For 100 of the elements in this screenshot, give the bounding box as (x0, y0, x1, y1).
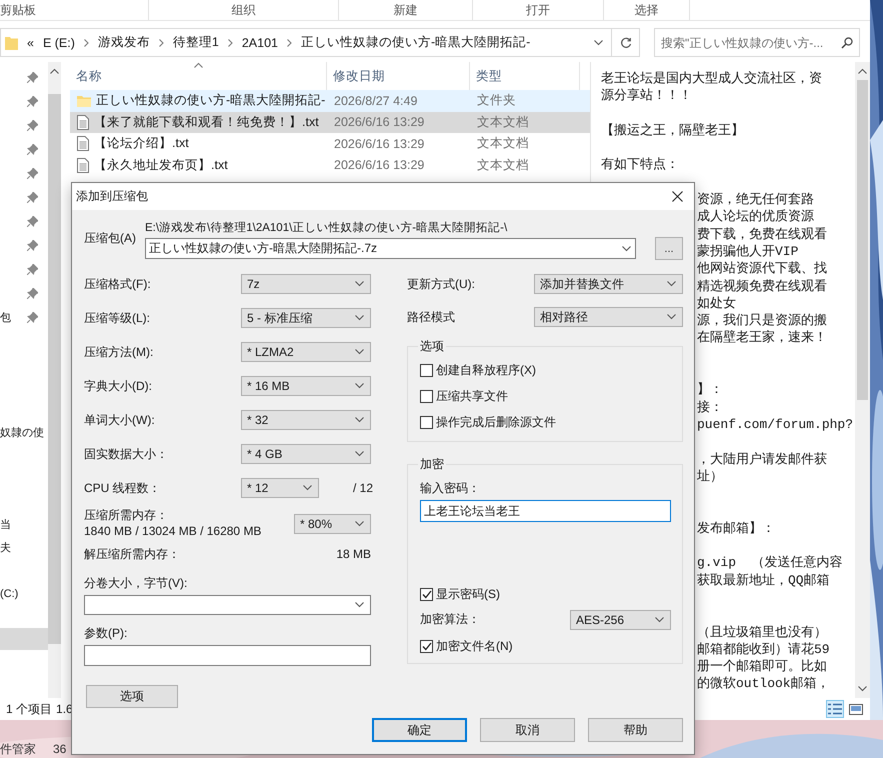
chevron-right-icon (84, 38, 89, 46)
nav-item[interactable]: (C:) (0, 588, 18, 600)
scrollbar[interactable] (855, 62, 870, 698)
pin-icon (27, 216, 38, 226)
pin-icon (27, 120, 38, 130)
file-type: 文本文档 (476, 135, 530, 152)
nav-item[interactable]: 当 (0, 517, 11, 532)
preview-text-line: 费下载，免费在线观看 (697, 226, 827, 242)
ribbon-group-label: 打开 (526, 2, 550, 18)
breadcrumb[interactable]: 待整理1 (172, 34, 219, 51)
chevron-down-icon (355, 520, 364, 526)
dialog-button[interactable]: 取消 (480, 718, 575, 742)
details-view-button[interactable] (826, 700, 844, 718)
field-label: 压缩包(A) (84, 230, 137, 247)
browse-button[interactable]: ... (655, 237, 683, 260)
field-label: 参数(P): (84, 625, 128, 641)
nav-item[interactable]: 夫 (0, 540, 11, 555)
file-name: 【来了就能下载和观看！纯免费！】.txt (94, 114, 319, 131)
dropdown[interactable]: * 16 MB (241, 376, 371, 396)
breadcrumb[interactable]: 游戏发布 (98, 34, 150, 51)
checkbox[interactable] (420, 640, 433, 652)
breadcrumb[interactable]: E (E:) (42, 36, 75, 50)
breadcrumb[interactable]: 正しい性奴隷の使い方-暗黒大陸開拓記- (301, 34, 530, 51)
dialog-button[interactable]: 帮助 (588, 718, 683, 742)
preview-text-line: 获取最新地址，QQ邮箱 (697, 572, 830, 588)
dropdown[interactable]: * 32 (241, 410, 371, 430)
file-type: 文本文档 (476, 114, 530, 131)
dropdown[interactable]: * 80% (294, 514, 371, 534)
chevron-down-icon (655, 616, 664, 622)
breadcrumb[interactable]: 2A101 (242, 36, 278, 50)
folder-icon (77, 94, 91, 107)
chevron-right-icon (287, 38, 292, 46)
dropdown[interactable]: * 4 GB (241, 444, 371, 464)
ribbon-group-label: 组织 (232, 2, 256, 18)
file-row[interactable]: 【论坛介绍】.txt 2026/6/16 13:29 文本文档 (70, 133, 590, 154)
file-row[interactable]: 【来了就能下载和观看！纯免费！】.txt 2026/6/16 13:29 文本文档 (70, 112, 590, 133)
scroll-up-icon[interactable] (50, 68, 59, 74)
dropdown[interactable]: 相对路径 (534, 307, 683, 327)
dropdown[interactable]: AES-256 (570, 610, 671, 630)
pin-icon (27, 240, 38, 250)
checkbox[interactable] (420, 588, 433, 600)
chevron-down-icon (303, 485, 312, 491)
list-icon (828, 703, 842, 715)
preview-text-line: 【搬运之王，隔壁老王】 (601, 122, 744, 138)
checkbox[interactable] (420, 416, 433, 428)
password-field[interactable]: 上老王论坛当老王 (420, 500, 671, 522)
preview-text-line: 有如下特点： (601, 157, 679, 172)
search-field[interactable]: 搜索"正しい性奴隷の使い方-... (654, 28, 860, 57)
refresh-button[interactable] (612, 28, 640, 57)
preview-text-line: 他网站资源代下载、找 (697, 261, 827, 276)
file-date: 2026/6/16 13:29 (333, 158, 426, 172)
checkbox[interactable] (420, 364, 433, 376)
sort-caret-icon (194, 62, 203, 68)
chevron-down-icon (355, 315, 364, 321)
document-icon (77, 136, 89, 152)
preview-text-line: 址） (697, 468, 723, 484)
checkbox[interactable] (420, 390, 433, 402)
field-label: 输入密码： (420, 480, 481, 496)
scrollbar[interactable] (48, 62, 61, 698)
dropdown[interactable]: 添加并替换文件 (534, 274, 683, 294)
options-button[interactable]: 选项 (86, 685, 178, 708)
dropdown[interactable]: * 12 (241, 478, 319, 498)
dropdown[interactable] (84, 595, 371, 615)
file-name: 【永久地址发布页】.txt (94, 156, 228, 174)
pin-icon (27, 264, 38, 274)
dialog-button[interactable]: 确定 (372, 718, 467, 742)
scroll-up-icon[interactable] (858, 68, 867, 74)
pin-icon (27, 144, 38, 154)
preview-text-line: 资源，绝无任何套路 (697, 192, 814, 208)
chevron-down-icon (355, 281, 364, 287)
field-label: 路径模式 (407, 308, 456, 326)
close-icon[interactable] (672, 191, 682, 202)
item-count: 1 个项目 (6, 700, 52, 718)
file-name: 【论坛介绍】.txt (94, 135, 189, 152)
field-label: 压缩等级(L): (84, 310, 151, 326)
refresh-icon (620, 36, 632, 48)
pin-icon (27, 96, 38, 106)
back-chevrons[interactable]: « (27, 36, 34, 50)
input-field[interactable] (84, 645, 371, 666)
preview-text-line: 源分享站！！！ (601, 88, 692, 104)
desktop-icon-label[interactable]: 件管家 (0, 741, 36, 757)
dropdown[interactable]: * LZMA2 (241, 342, 371, 362)
address-bar[interactable]: « E (E:) 游戏发布 待整理1 2A101 正しい性奴隷の使い方-暗黒大陸開拓記- (0, 28, 612, 57)
file-row[interactable]: 【永久地址发布页】.txt 2026/6/16 13:29 文本文档 (70, 154, 590, 176)
dropdown[interactable]: 5 - 标准压缩 (241, 308, 371, 328)
dropdown[interactable]: 7z (241, 274, 371, 294)
chevron-down-icon (667, 314, 676, 320)
file-date: 2026/8/27 4:49 (333, 94, 418, 108)
chevron-down-icon (355, 417, 364, 423)
scroll-down-icon[interactable] (858, 686, 867, 692)
image-icon (849, 704, 863, 714)
chevron-down-icon (355, 602, 364, 608)
file-row[interactable]: 正しい性奴隷の使い方-暗黒大陸開拓記- 2026/8/27 4:49 文件夹 (70, 90, 590, 112)
nav-item[interactable]: 包 (0, 310, 11, 324)
archive-name-field[interactable]: 正しい性奴隷の使い方-暗黒大陸開拓記-.7z (145, 238, 636, 259)
folder-icon (5, 36, 18, 50)
memory-value: 18 MB (336, 546, 371, 562)
field-label: 加密算法： (420, 611, 480, 628)
nav-item[interactable]: 奴隷の使 (0, 425, 44, 440)
desktop-icon-label[interactable]: 36 (53, 741, 66, 757)
